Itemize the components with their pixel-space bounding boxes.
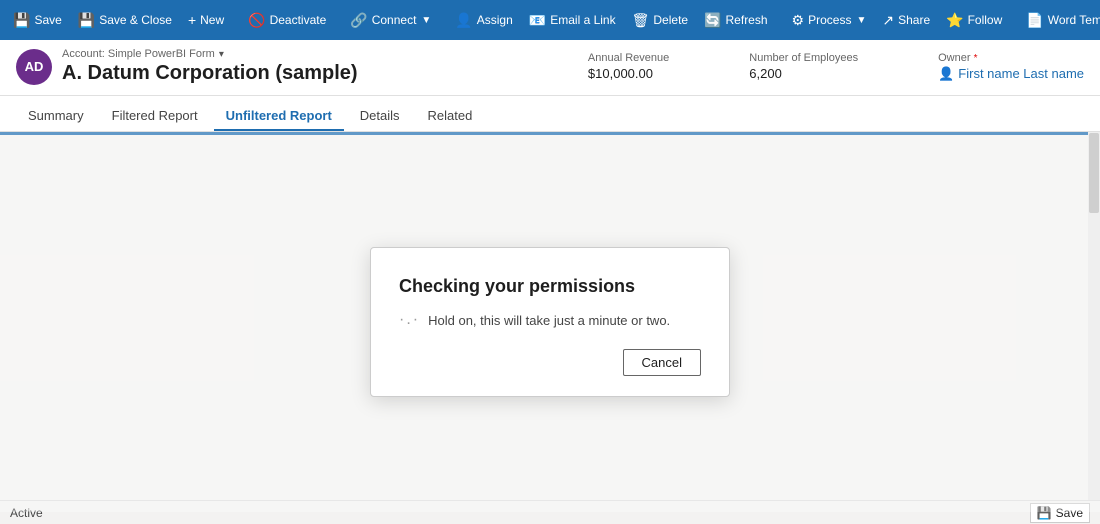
modal-body: ·.· Hold on, this will take just a minut… xyxy=(399,311,701,329)
form-label-row: Account: Simple PowerBI Form ▾ xyxy=(62,48,358,60)
connect-chevron: ▼ xyxy=(421,15,431,26)
deactivate-button[interactable]: 🚫 Deactivate xyxy=(241,8,333,33)
process-chevron: ▼ xyxy=(856,15,866,26)
employees-label: Number of Employees xyxy=(749,52,858,64)
owner-field: Owner * 👤 First name Last name xyxy=(938,52,1084,82)
save-close-icon: 💾 xyxy=(78,12,95,29)
owner-value[interactable]: 👤 First name Last name xyxy=(938,66,1084,82)
delete-icon: 🗑 xyxy=(632,12,650,29)
owner-person-icon: 👤 xyxy=(938,66,954,82)
toolbar: 💾 Save 💾 Save & Close + New 🚫 Deactivate… xyxy=(0,0,1100,40)
process-icon: ⚙ xyxy=(792,12,805,29)
owner-label: Owner * xyxy=(938,52,1084,64)
form-dropdown-icon[interactable]: ▾ xyxy=(219,49,224,60)
email-link-button[interactable]: 📧 Email a Link xyxy=(522,8,623,33)
delete-button[interactable]: 🗑 Delete xyxy=(625,8,695,33)
form-label: Account: Simple PowerBI Form xyxy=(62,48,215,60)
word-templates-button[interactable]: 📄 Word Templates ▼ xyxy=(1019,8,1100,33)
modal-overlay: Checking your permissions ·.· Hold on, t… xyxy=(0,132,1100,512)
tab-unfiltered-report[interactable]: Unfiltered Report xyxy=(214,100,344,131)
email-link-icon: 📧 xyxy=(529,12,546,29)
tab-details[interactable]: Details xyxy=(348,100,412,131)
assign-icon: 👤 xyxy=(455,12,472,29)
record-info: Account: Simple PowerBI Form ▾ A. Datum … xyxy=(62,48,358,85)
share-icon: ↗ xyxy=(882,12,894,29)
save-icon: 💾 xyxy=(13,12,30,29)
word-templates-icon: 📄 xyxy=(1026,12,1043,29)
owner-required-marker: * xyxy=(974,53,978,64)
annual-revenue-field: Annual Revenue $10,000.00 xyxy=(588,52,669,81)
process-button[interactable]: ⚙ Process ▼ xyxy=(785,8,874,33)
spinner-icon: ·.· xyxy=(399,311,420,329)
record-title: A. Datum Corporation (sample) xyxy=(62,62,358,85)
record-header: AD Account: Simple PowerBI Form ▾ A. Dat… xyxy=(0,40,1100,96)
assign-button[interactable]: 👤 Assign xyxy=(448,8,519,33)
modal-message: Hold on, this will take just a minute or… xyxy=(428,313,670,328)
avatar: AD xyxy=(16,49,52,85)
new-button[interactable]: + New xyxy=(181,8,231,32)
tab-summary[interactable]: Summary xyxy=(16,100,96,131)
header-left: AD Account: Simple PowerBI Form ▾ A. Dat… xyxy=(16,48,358,85)
modal-footer: Cancel xyxy=(399,349,701,376)
main-content-area: Checking your permissions ·.· Hold on, t… xyxy=(0,132,1100,512)
modal-title: Checking your permissions xyxy=(399,276,701,297)
header-fields: Annual Revenue $10,000.00 Number of Empl… xyxy=(588,52,1084,82)
deactivate-icon: 🚫 xyxy=(248,12,265,29)
save-button[interactable]: 💾 Save xyxy=(6,8,69,33)
employees-field: Number of Employees 6,200 xyxy=(749,52,858,81)
tabs-bar: Summary Filtered Report Unfiltered Repor… xyxy=(0,96,1100,132)
tab-related[interactable]: Related xyxy=(416,100,485,131)
annual-revenue-value: $10,000.00 xyxy=(588,66,669,81)
connect-button[interactable]: 🔗 Connect ▼ xyxy=(343,8,438,33)
new-icon: + xyxy=(188,12,196,28)
refresh-button[interactable]: 🔄 Refresh xyxy=(697,8,774,33)
permissions-modal: Checking your permissions ·.· Hold on, t… xyxy=(370,247,730,397)
refresh-icon: 🔄 xyxy=(704,12,721,29)
follow-button[interactable]: ⭐ Follow xyxy=(939,8,1009,33)
tab-filtered-report[interactable]: Filtered Report xyxy=(100,100,210,131)
connect-icon: 🔗 xyxy=(350,12,367,29)
header-row: AD Account: Simple PowerBI Form ▾ A. Dat… xyxy=(16,48,1084,85)
modal-cancel-button[interactable]: Cancel xyxy=(623,349,701,376)
annual-revenue-label: Annual Revenue xyxy=(588,52,669,64)
follow-icon: ⭐ xyxy=(946,12,963,29)
save-close-button[interactable]: 💾 Save & Close xyxy=(71,8,179,33)
share-button[interactable]: ↗ Share xyxy=(875,8,937,33)
employees-value: 6,200 xyxy=(749,66,858,81)
